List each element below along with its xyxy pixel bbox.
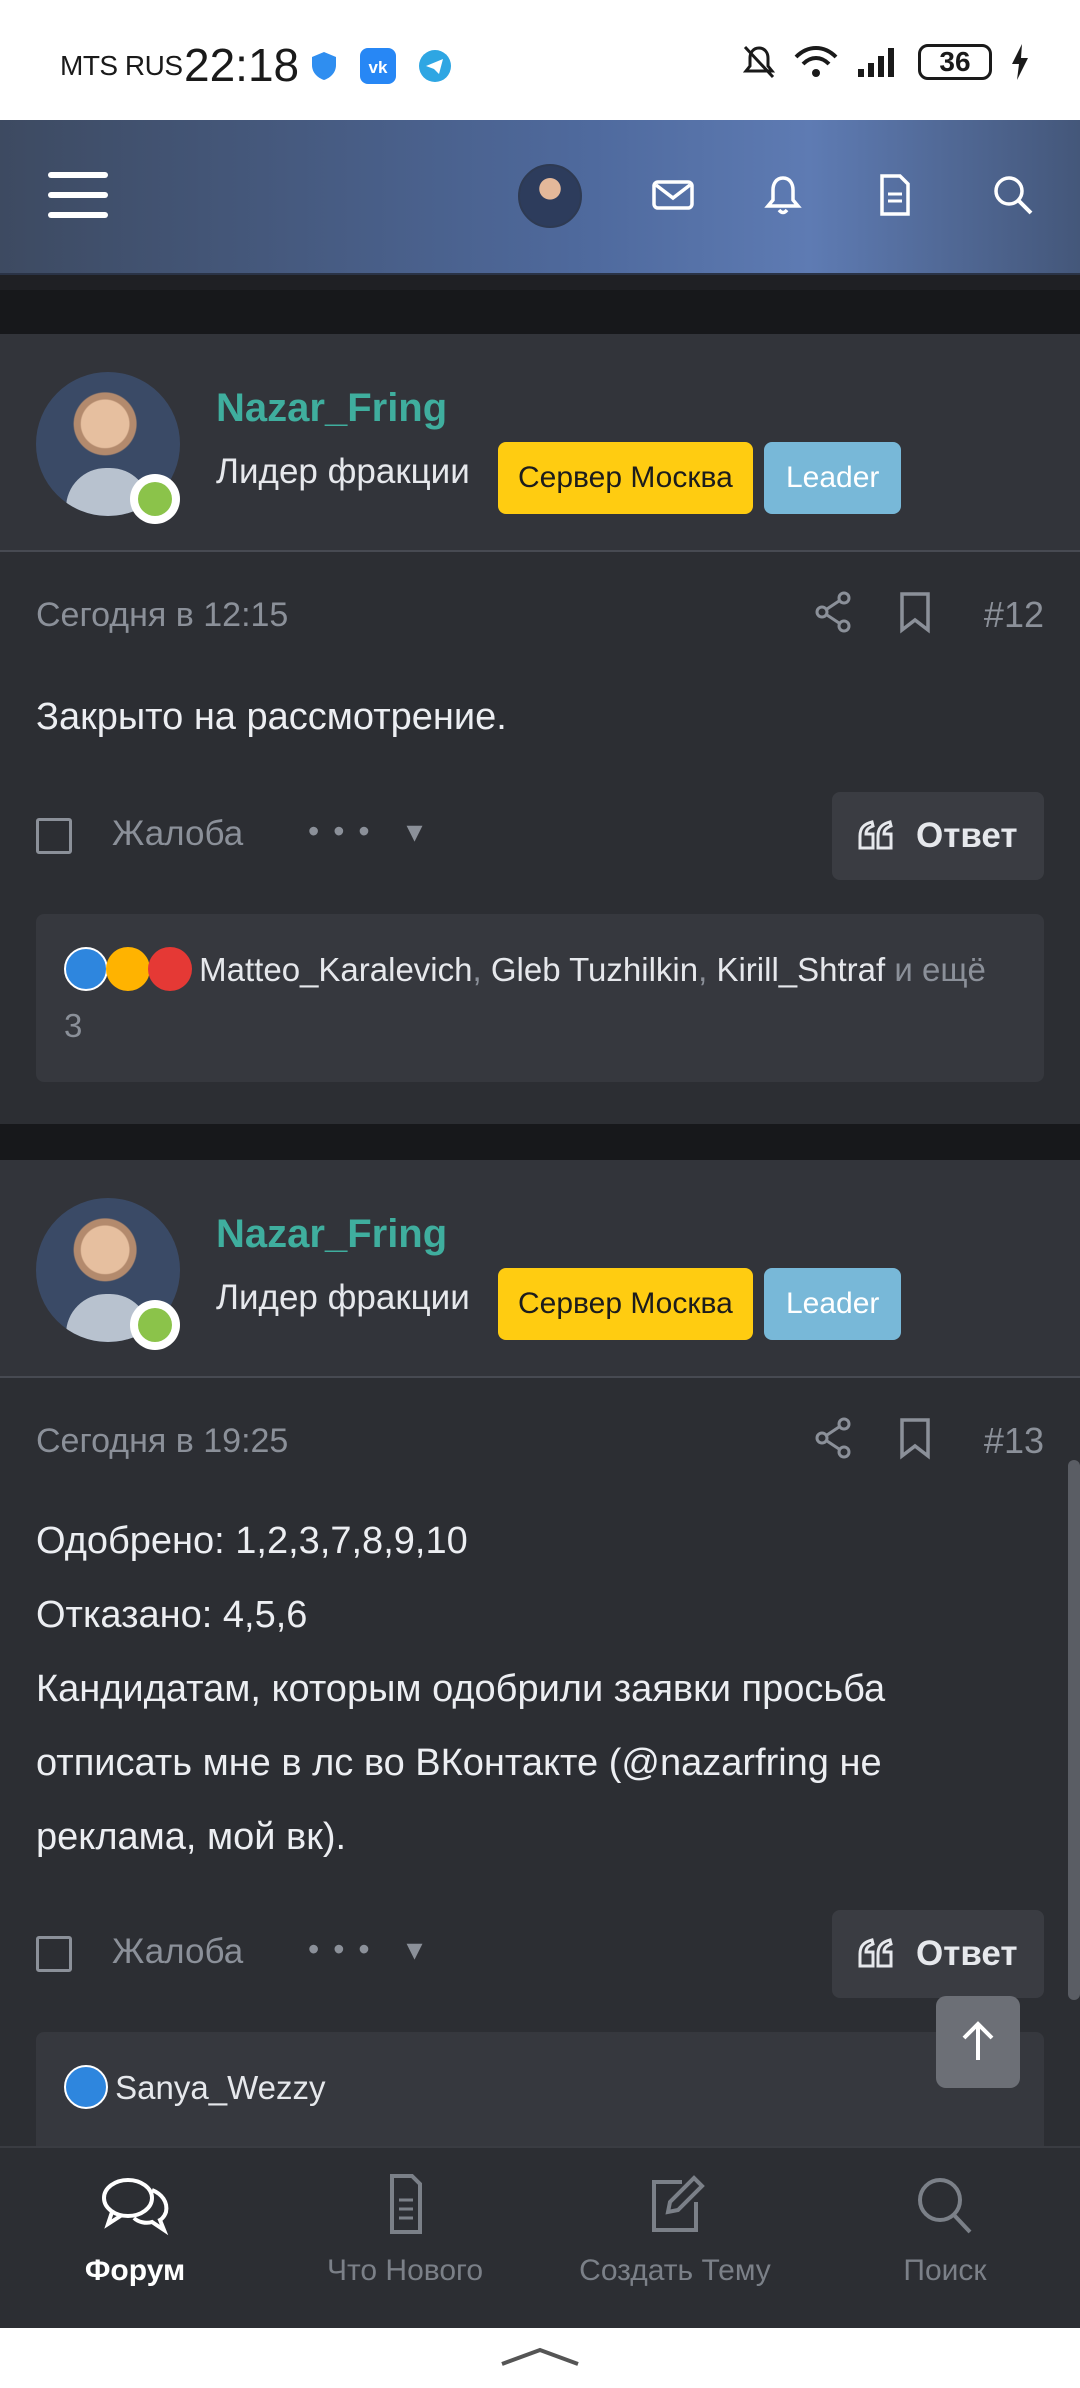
report-link[interactable]: Жалоба [112, 814, 243, 854]
post-text-line: отписать мне в лс во ВКонтакте (@nazarfr… [36, 1742, 882, 1784]
tab-label: Форум [84, 2254, 186, 2287]
document-icon [390, 2174, 422, 2234]
post-text-line: Кандидатам, которым одобрили заявки прос… [36, 1668, 886, 1710]
user-title: Лидер фракции [216, 1278, 470, 1317]
username-link[interactable]: Nazar_Fring [216, 1212, 447, 1257]
tab-forum[interactable]: Форум [0, 2172, 270, 2288]
mail-icon[interactable] [648, 170, 698, 220]
post-number-link[interactable]: #12 [984, 594, 1044, 636]
forum-post: Nazar_Fring Лидер фракции Сервер Москва … [0, 1160, 1080, 2162]
reactions-bar[interactable]: Matteo_Karalevich, Gleb Tuzhilkin, Kiril… [36, 914, 1044, 1082]
role-badge: Leader [764, 442, 902, 514]
carrier-label: MTS RUS [60, 50, 183, 81]
quote-icon [858, 820, 893, 850]
quote-icon [858, 1938, 893, 1968]
reaction-user-link[interactable]: Sanya_Wezzy [115, 2069, 325, 2106]
post-text-line: реклама, мой вк). [36, 1816, 347, 1858]
online-status-icon [130, 474, 180, 524]
reactions-bar[interactable]: Sanya_Wezzy [36, 2032, 1044, 2162]
scroll-to-top-button[interactable] [936, 1996, 1020, 2088]
reaction-user-link[interactable]: Gleb Tuzhilkin [491, 951, 698, 988]
server-badge: Сервер Москва [498, 1268, 753, 1340]
tab-label: Поиск [903, 2254, 987, 2287]
post-author-header: Nazar_Fring Лидер фракции Сервер Москва … [0, 1160, 1080, 1378]
bell-icon[interactable] [758, 170, 808, 220]
user-title: Лидер фракции [216, 452, 470, 491]
notification-icons: vk [310, 48, 452, 84]
reaction-user-link[interactable]: Kirill_Shtraf [716, 951, 885, 988]
online-status-icon [130, 1300, 180, 1350]
reply-label: Ответ [916, 1934, 1018, 1973]
like-reaction-icon [64, 2065, 108, 2109]
post-text-line: Отказано: 4,5,6 [36, 1594, 308, 1636]
server-badge: Сервер Москва [498, 442, 753, 514]
post-text-line: Одобрено: 1,2,3,7,8,9,10 [36, 1520, 468, 1562]
search-icon [918, 2178, 972, 2234]
top-navigation [0, 120, 1080, 275]
post-content: Одобрено: 1,2,3,7,8,9,10 Отказано: 4,5,6… [36, 1504, 1046, 1874]
tab-whats-new[interactable]: Что Нового [270, 2172, 540, 2288]
shield-icon [312, 52, 336, 80]
signal-icon [858, 48, 894, 77]
reply-label: Ответ [916, 816, 1018, 855]
gesture-bar [0, 2328, 1080, 2388]
post-number-link[interactable]: #13 [984, 1420, 1044, 1462]
tab-label: Создать Тему [579, 2254, 771, 2287]
wifi-icon [794, 46, 838, 77]
username-link[interactable]: Nazar_Fring [216, 386, 447, 431]
vk-icon: vk [360, 48, 396, 84]
post-actions: Жалоба ••• ▾ Ответ [0, 792, 1080, 880]
forum-post: Nazar_Fring Лидер фракции Сервер Москва … [0, 334, 1080, 1124]
bookmark-icon[interactable] [898, 1416, 932, 1460]
post-date[interactable]: Сегодня в 19:25 [36, 1422, 288, 1461]
reply-button[interactable]: Ответ [832, 792, 1044, 880]
post-date[interactable]: Сегодня в 12:15 [36, 596, 288, 635]
reply-button[interactable]: Ответ [832, 1910, 1044, 1998]
battery-indicator: 36 [918, 44, 992, 80]
reaction-user-link[interactable]: Matteo_Karalevich [199, 951, 472, 988]
post-separator [0, 290, 1080, 334]
telegram-icon [419, 50, 451, 82]
tab-label: Что Нового [326, 2254, 484, 2287]
scrollbar[interactable] [1068, 1460, 1080, 2000]
love-reaction-icon [106, 947, 150, 991]
arrow-up-icon [962, 2021, 994, 2060]
post-text-line: Закрыто на рассмотрение. [36, 696, 507, 738]
edit-icon [652, 2175, 705, 2232]
post-actions: Жалоба ••• ▾ Ответ [0, 1910, 1080, 1998]
more-actions-menu[interactable]: ••• ▾ [308, 812, 437, 850]
chevron-up-icon[interactable] [498, 2344, 582, 2368]
tab-search[interactable]: Поиск [810, 2172, 1080, 2288]
charging-icon [1012, 44, 1028, 80]
select-checkbox[interactable] [36, 1936, 72, 1972]
bottom-navigation: Форум Что Нового Создать Тему Поиск [0, 2146, 1080, 2328]
mute-icon [742, 45, 776, 79]
post-author-header: Nazar_Fring Лидер фракции Сервер Москва … [0, 334, 1080, 552]
bookmark-icon[interactable] [898, 590, 932, 634]
more-actions-menu[interactable]: ••• ▾ [308, 1930, 437, 1968]
share-icon[interactable] [814, 590, 854, 634]
status-bar: MTS RUS 22:18 vk 36 [0, 0, 1080, 120]
select-checkbox[interactable] [36, 818, 72, 854]
chat-bubbles-icon [102, 2178, 169, 2236]
like-reaction-icon [64, 947, 108, 991]
svg-text:vk: vk [369, 58, 388, 77]
tab-create-thread[interactable]: Создать Тему [540, 2172, 810, 2288]
document-icon[interactable] [870, 170, 920, 220]
system-status-icons: 36 [742, 44, 1030, 80]
search-icon[interactable] [988, 170, 1038, 220]
menu-icon[interactable] [48, 172, 108, 222]
share-icon[interactable] [814, 1416, 854, 1460]
clock: 22:18 [184, 39, 300, 91]
post-content: Закрыто на рассмотрение. [36, 680, 1046, 754]
avatar[interactable] [518, 164, 582, 228]
angry-reaction-icon [148, 947, 192, 991]
role-badge: Leader [764, 1268, 902, 1340]
report-link[interactable]: Жалоба [112, 1932, 243, 1972]
